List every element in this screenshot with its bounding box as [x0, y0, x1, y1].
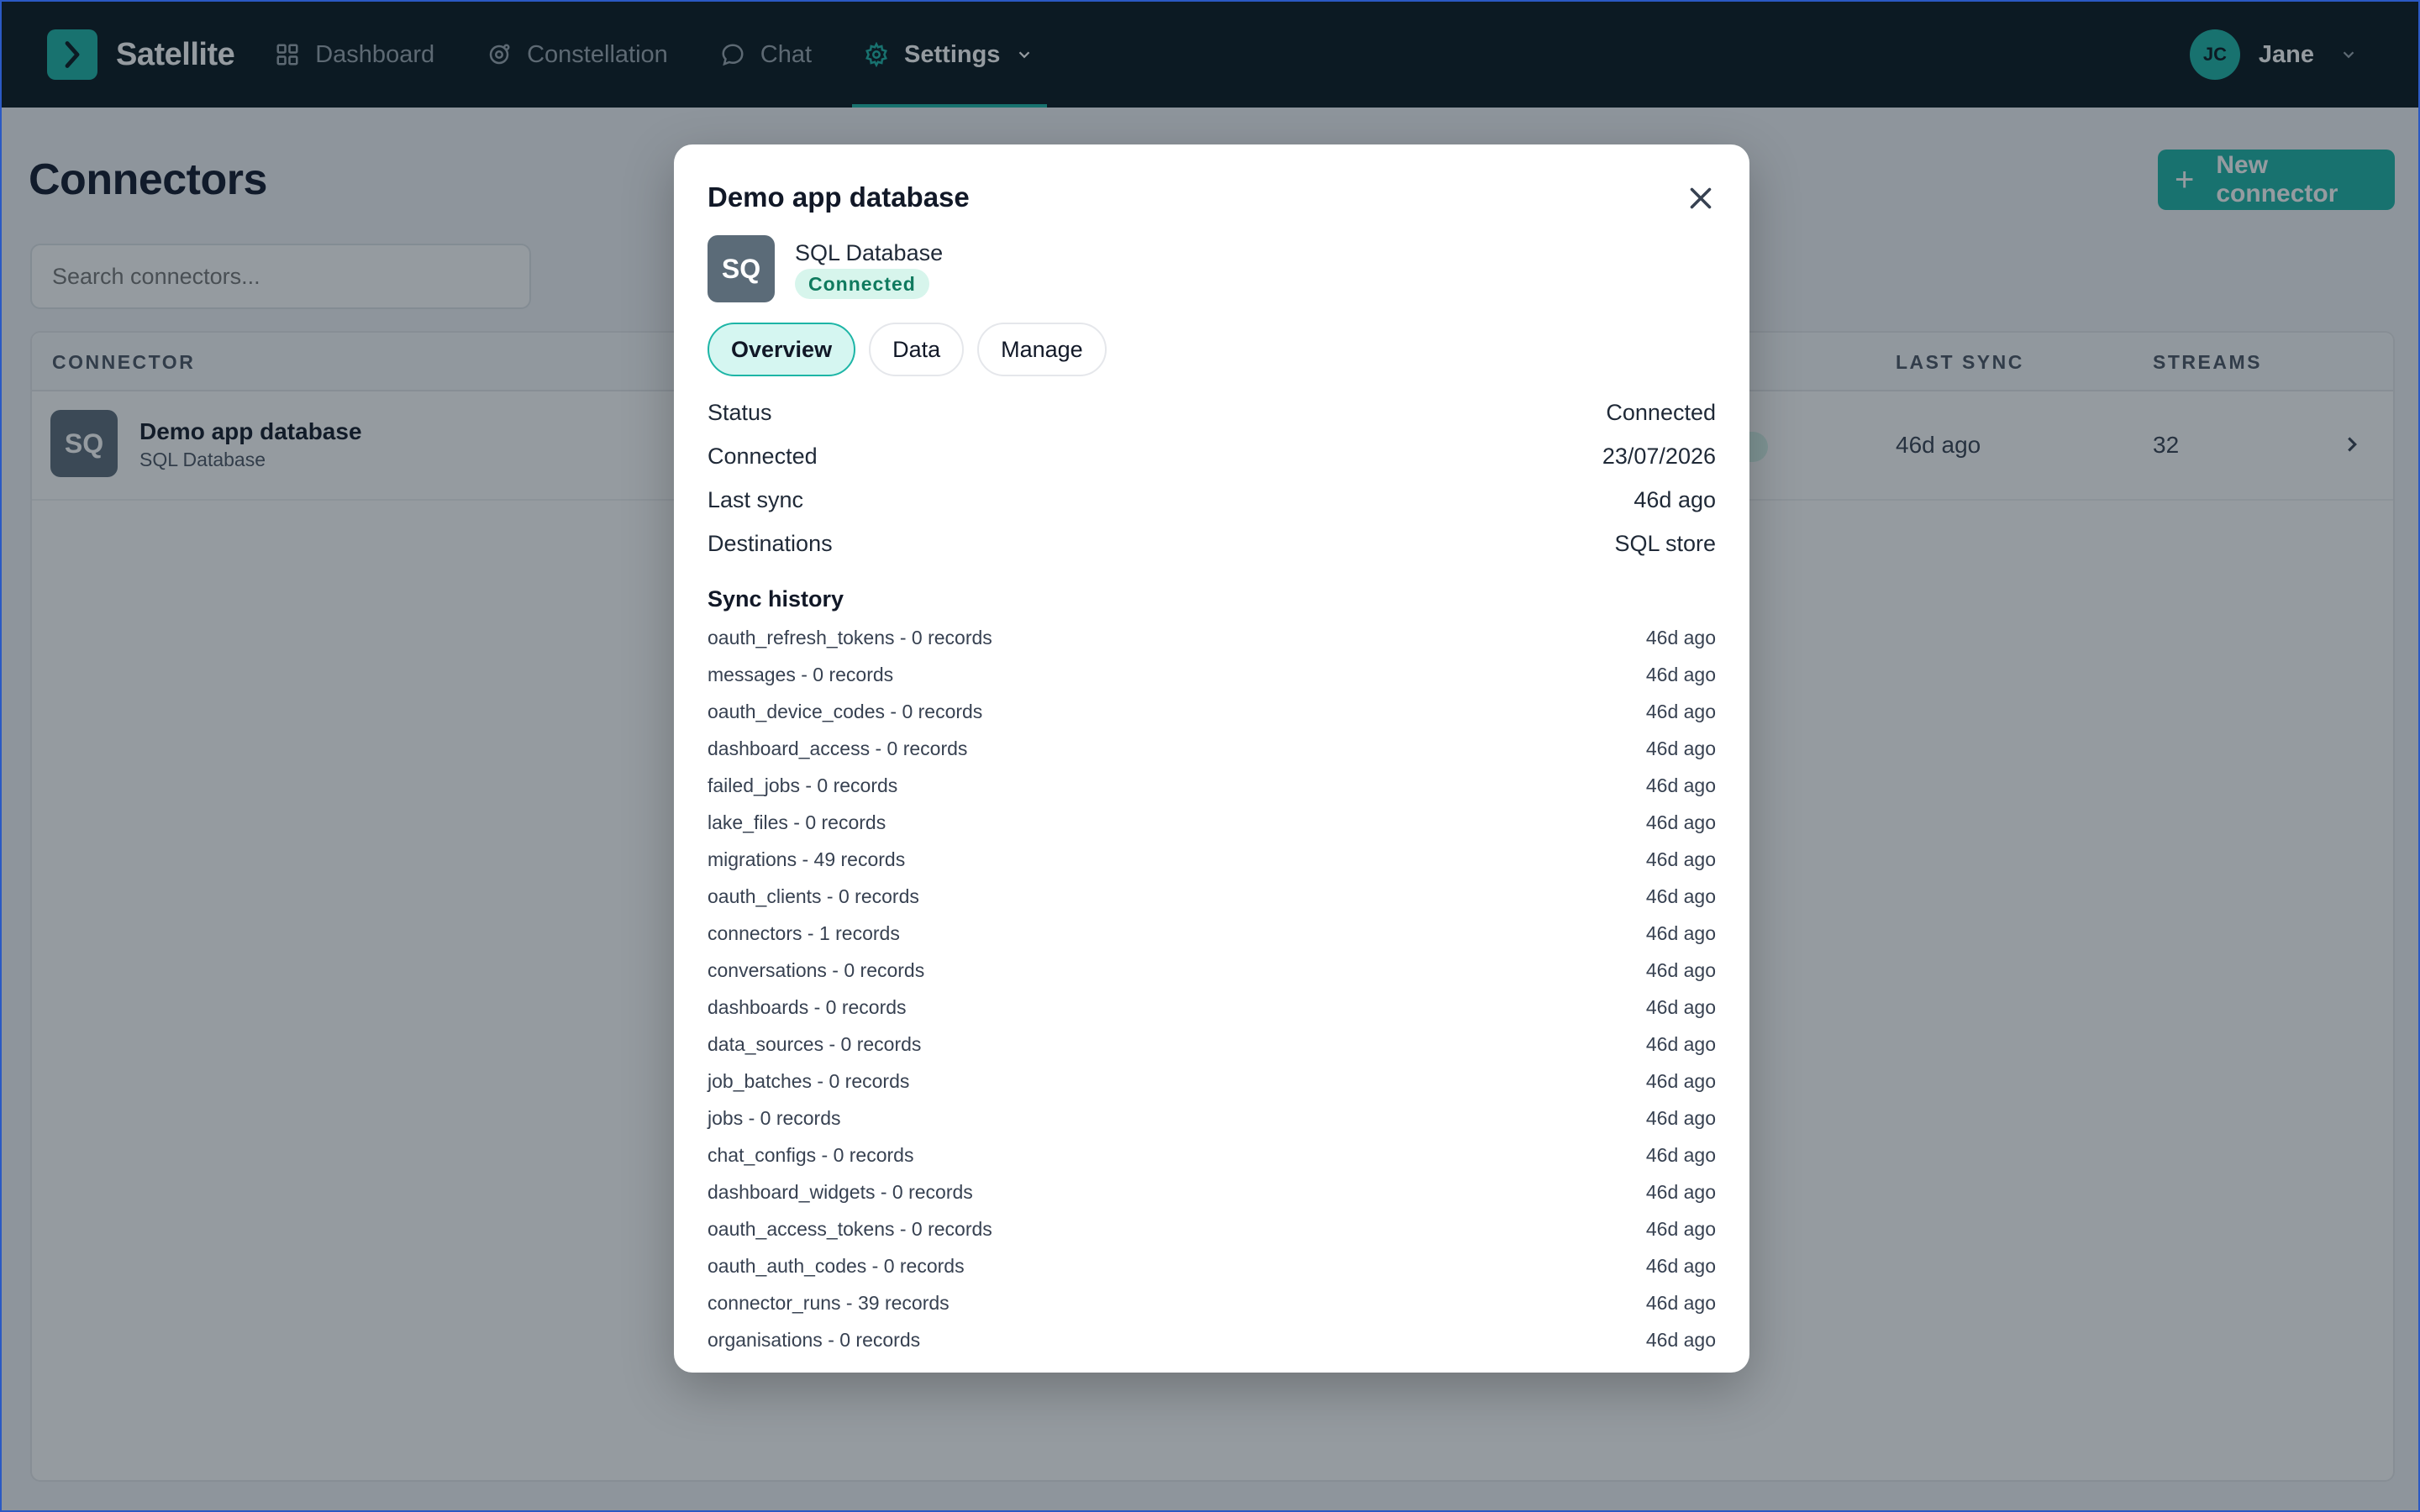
list-item: oauth_access_tokens - 0 records 46d ago — [708, 1218, 1716, 1255]
sync-time: 46d ago — [1645, 1107, 1716, 1129]
list-item: data_sources - 0 records 46d ago — [708, 1033, 1716, 1070]
sync-time: 46d ago — [1645, 959, 1716, 981]
close-icon[interactable] — [1686, 183, 1716, 213]
detail-value: SQL store — [1614, 531, 1716, 556]
sync-time: 46d ago — [1645, 1070, 1716, 1092]
sync-time: 46d ago — [1645, 848, 1716, 870]
sync-stream-name: oauth_access_tokens - 0 records — [708, 1218, 992, 1240]
sync-time: 46d ago — [1645, 664, 1716, 685]
list-item: oauth_refresh_tokens - 0 records 46d ago — [708, 627, 1716, 664]
list-item: oauth_clients - 0 records 46d ago — [708, 885, 1716, 922]
sync-stream-name: data_sources - 0 records — [708, 1033, 922, 1055]
sync-time: 46d ago — [1645, 1292, 1716, 1314]
sync-time: 46d ago — [1645, 774, 1716, 796]
list-item: conversations - 0 records 46d ago — [708, 959, 1716, 996]
detail-row-connected: Connected 23/07/2026 — [708, 444, 1716, 477]
sync-stream-name: oauth_auth_codes - 0 records — [708, 1255, 965, 1277]
connector-details-modal: Demo app database SQ SQL Database Connec… — [674, 144, 1749, 1373]
sync-stream-name: dashboard_access - 0 records — [708, 738, 968, 759]
list-item: connector_runs - 39 records 46d ago — [708, 1292, 1716, 1329]
modal-title: Demo app database — [708, 181, 970, 213]
sync-time: 46d ago — [1645, 1181, 1716, 1203]
modal-tabs: Overview Data Manage — [708, 323, 1120, 376]
sync-time: 46d ago — [1645, 701, 1716, 722]
list-item: failed_jobs - 0 records 46d ago — [708, 774, 1716, 811]
tab-data[interactable]: Data — [869, 323, 965, 376]
list-item: messages - 0 records 46d ago — [708, 664, 1716, 701]
sync-stream-name: conversations - 0 records — [708, 959, 925, 981]
sync-time: 46d ago — [1645, 738, 1716, 759]
sync-stream-name: organisations - 0 records — [708, 1329, 921, 1351]
sync-time: 46d ago — [1645, 1329, 1716, 1351]
sync-time: 46d ago — [1645, 627, 1716, 648]
list-item: organisations - 0 records 46d ago — [708, 1329, 1716, 1366]
sync-time: 46d ago — [1645, 1255, 1716, 1277]
tab-manage[interactable]: Manage — [977, 323, 1107, 376]
list-item: lake_files - 0 records 46d ago — [708, 811, 1716, 848]
list-item: oauth_device_codes - 0 records 46d ago — [708, 701, 1716, 738]
sync-stream-name: job_batches - 0 records — [708, 1070, 910, 1092]
detail-value: 23/07/2026 — [1602, 444, 1716, 469]
sync-stream-name: dashboard_widgets - 0 records — [708, 1181, 973, 1203]
detail-value: 46d ago — [1634, 487, 1716, 512]
sync-stream-name: oauth_device_codes - 0 records — [708, 701, 983, 722]
sync-time: 46d ago — [1645, 1218, 1716, 1240]
list-item: job_batches - 0 records 46d ago — [708, 1070, 1716, 1107]
connector-type: SQL Database — [795, 240, 944, 265]
detail-key: Connected — [708, 444, 818, 469]
list-item: migrations - 49 records 46d ago — [708, 848, 1716, 885]
list-item: dashboard_widgets - 0 records 46d ago — [708, 1181, 1716, 1218]
list-item: connectors - 1 records 46d ago — [708, 922, 1716, 959]
sync-time: 46d ago — [1645, 811, 1716, 833]
list-item: dashboard_access - 0 records 46d ago — [708, 738, 1716, 774]
sync-stream-name: messages - 0 records — [708, 664, 894, 685]
connector-icon: SQ — [708, 235, 775, 302]
sync-time: 46d ago — [1645, 885, 1716, 907]
sync-history-list: oauth_refresh_tokens - 0 records 46d ago m… — [708, 627, 1716, 1366]
status-badge: Connected — [795, 269, 929, 299]
sync-stream-name: failed_jobs - 0 records — [708, 774, 898, 796]
tab-overview[interactable]: Overview — [708, 323, 856, 376]
sync-time: 46d ago — [1645, 1033, 1716, 1055]
detail-key: Destinations — [708, 531, 833, 556]
detail-row-destinations: Destinations SQL store — [708, 531, 1716, 564]
detail-key: Status — [708, 400, 772, 425]
sync-stream-name: oauth_clients - 0 records — [708, 885, 919, 907]
sync-stream-name: dashboards - 0 records — [708, 996, 907, 1018]
list-item: chat_configs - 0 records 46d ago — [708, 1144, 1716, 1181]
sync-stream-name: chat_configs - 0 records — [708, 1144, 914, 1166]
detail-row-status: Status Connected — [708, 400, 1716, 433]
sync-time: 46d ago — [1645, 1144, 1716, 1166]
detail-key: Last sync — [708, 487, 804, 512]
detail-row-last-sync: Last sync 46d ago — [708, 487, 1716, 521]
sync-time: 46d ago — [1645, 922, 1716, 944]
detail-value: Connected — [1606, 400, 1716, 425]
list-item: oauth_auth_codes - 0 records 46d ago — [708, 1255, 1716, 1292]
sync-history-title: Sync history — [708, 586, 844, 612]
sync-stream-name: lake_files - 0 records — [708, 811, 886, 833]
list-item: dashboards - 0 records 46d ago — [708, 996, 1716, 1033]
list-item: jobs - 0 records 46d ago — [708, 1107, 1716, 1144]
sync-stream-name: connectors - 1 records — [708, 922, 900, 944]
sync-stream-name: jobs - 0 records — [708, 1107, 841, 1129]
sync-stream-name: connector_runs - 39 records — [708, 1292, 950, 1314]
sync-stream-name: oauth_refresh_tokens - 0 records — [708, 627, 992, 648]
sync-stream-name: migrations - 49 records — [708, 848, 906, 870]
sync-time: 46d ago — [1645, 996, 1716, 1018]
